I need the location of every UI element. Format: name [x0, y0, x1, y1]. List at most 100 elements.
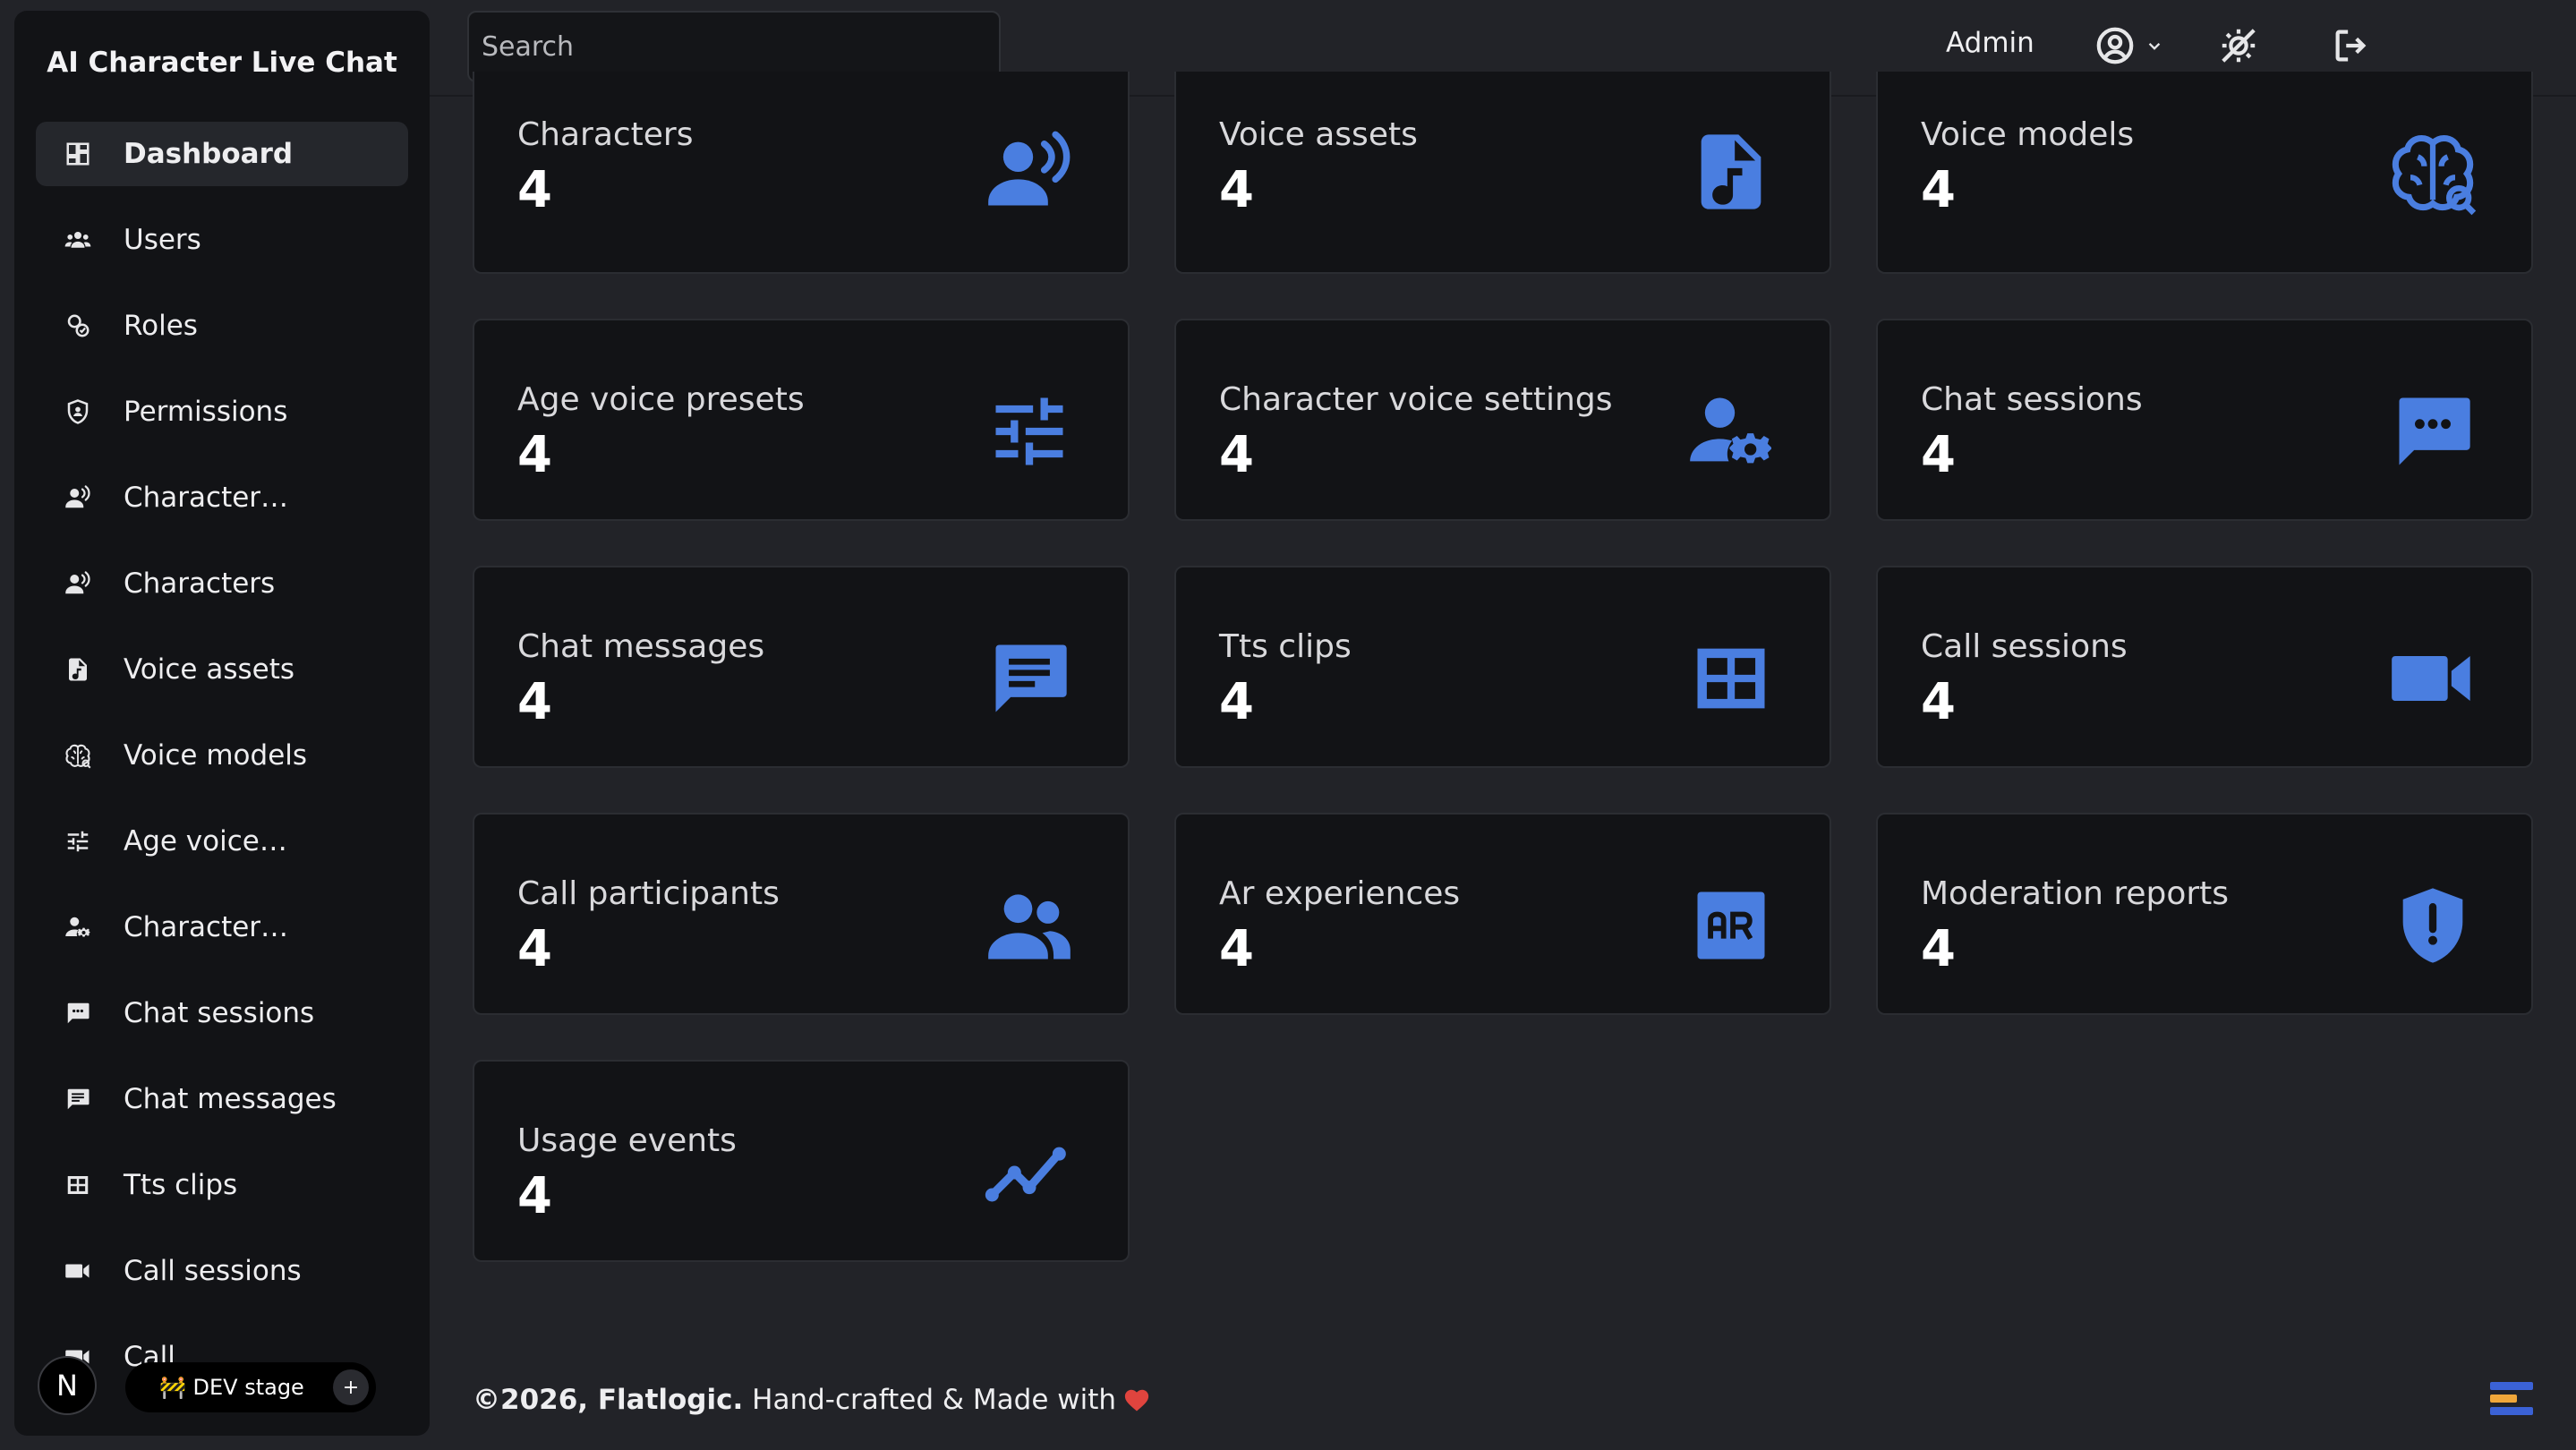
chat-dots-icon	[2388, 387, 2478, 476]
sidebar-item-label: Users	[124, 224, 201, 256]
message-lines-icon	[63, 1084, 93, 1114]
stat-card-characters[interactable]: Characters 4	[473, 72, 1130, 274]
stat-card-voice-assets[interactable]: Voice assets 4	[1174, 72, 1831, 274]
stat-card-chat-sessions[interactable]: Chat sessions 4	[1876, 319, 2533, 521]
stat-card-chat-messages[interactable]: Chat messages 4	[473, 566, 1130, 768]
sidebar-item-label: Chat messages	[124, 1083, 337, 1115]
sidebar-item-dashboard[interactable]: Dashboard	[36, 122, 408, 186]
card-value: 4	[1921, 426, 1956, 484]
sidebar-item-voice-models[interactable]: Voice models	[36, 723, 408, 788]
footer-text: Hand-crafted & Made with	[743, 1384, 1117, 1416]
sidebar-item-label: Dashboard	[124, 138, 294, 170]
footer-copyright[interactable]: ©2026, Flatlogic.	[473, 1384, 743, 1416]
sliders-icon	[63, 826, 93, 857]
card-title: Tts clips	[1219, 628, 1352, 665]
sidebar-item-label: Character…	[124, 482, 289, 514]
card-title: Chat sessions	[1921, 381, 2143, 418]
stat-card-age-voice-presets[interactable]: Age voice presets 4	[473, 319, 1130, 521]
card-value: 4	[1219, 920, 1254, 978]
stat-card-character-voice-settings[interactable]: Character voice settings 4	[1174, 319, 1831, 521]
card-title: Moderation reports	[1921, 875, 2230, 912]
stat-card-moderation-reports[interactable]: Moderation reports 4	[1876, 813, 2533, 1015]
card-title: Voice assets	[1219, 116, 1418, 153]
sidebar-item-chat-messages[interactable]: Chat messages	[36, 1067, 408, 1131]
user-gear-icon	[1686, 387, 1776, 476]
card-value: 4	[1921, 673, 1956, 731]
stat-card-call-participants[interactable]: Call participants 4	[473, 813, 1130, 1015]
sidebar-nav: Dashboard Users Roles Permissions Charac…	[36, 122, 408, 1411]
user-circle-icon[interactable]	[2093, 23, 2137, 68]
message-lines-icon	[985, 634, 1074, 723]
sidebar-item-label: Character…	[124, 911, 289, 943]
sidebar-item-roles[interactable]: Roles	[36, 294, 408, 358]
card-title: Voice models	[1921, 116, 2135, 153]
brain-icon	[63, 740, 93, 771]
flatlogic-logo-icon[interactable]	[2488, 1378, 2535, 1421]
sidebar-item-users[interactable]: Users	[36, 208, 408, 272]
sidebar-item-call-sessions[interactable]: Call sessions	[36, 1239, 408, 1303]
dev-stage-badge[interactable]: 🚧 DEV stage +	[125, 1362, 376, 1412]
card-title: Usage events	[517, 1122, 737, 1159]
user-gear-icon	[63, 912, 93, 942]
card-value: 4	[1219, 426, 1254, 484]
theme-toggle-icon[interactable]	[2216, 23, 2261, 68]
card-value: 4	[517, 920, 552, 978]
app-title: AI Character Live Chat	[47, 47, 397, 79]
card-title: Call sessions	[1921, 628, 2128, 665]
trend-icon	[985, 1128, 1074, 1217]
shield-icon	[63, 397, 93, 427]
table-icon	[63, 1170, 93, 1200]
video-icon	[63, 1256, 93, 1286]
sidebar-item-label: Permissions	[124, 396, 288, 428]
card-value: 4	[517, 673, 552, 731]
stat-card-call-sessions[interactable]: Call sessions 4	[1876, 566, 2533, 768]
nextjs-badge[interactable]: N	[38, 1356, 97, 1415]
sidebar-item-label: Tts clips	[124, 1169, 238, 1201]
stat-card-usage-events[interactable]: Usage events 4	[473, 1060, 1130, 1262]
card-value: 4	[1219, 673, 1254, 731]
music-file-icon	[63, 654, 93, 685]
card-title: Chat messages	[517, 628, 765, 665]
sidebar-item-label: Age voice…	[124, 825, 287, 857]
sidebar: AI Character Live Chat Dashboard Users R…	[14, 11, 430, 1436]
sidebar-item-voice-assets[interactable]: Voice assets	[36, 637, 408, 702]
sidebar-item-label: Roles	[124, 310, 198, 342]
user-name[interactable]: Admin	[1946, 27, 2034, 59]
card-title: Ar experiences	[1219, 875, 1461, 912]
stat-card-ar-experiences[interactable]: Ar experiences 4	[1174, 813, 1831, 1015]
sidebar-item-chat-sessions[interactable]: Chat sessions	[36, 981, 408, 1045]
stat-card-voice-models[interactable]: Voice models 4	[1876, 72, 2533, 274]
sidebar-item-tts-clips[interactable]: Tts clips	[36, 1153, 408, 1217]
users-icon	[63, 225, 93, 255]
card-value: 4	[1921, 920, 1956, 978]
dev-plus-button[interactable]: +	[333, 1369, 369, 1405]
voice-person-icon	[63, 482, 93, 513]
card-value: 4	[1219, 161, 1254, 219]
chevron-down-icon[interactable]	[2141, 23, 2168, 68]
stat-card-tts-clips[interactable]: Tts clips 4	[1174, 566, 1831, 768]
logout-icon[interactable]	[2329, 23, 2374, 68]
chat-dots-icon	[63, 998, 93, 1028]
card-title: Characters	[517, 116, 694, 153]
voice-person-icon	[63, 568, 93, 599]
sidebar-item-characters[interactable]: Characters	[36, 551, 408, 616]
sidebar-item-label: Voice assets	[124, 653, 295, 686]
sidebar-item-age-voice-presets[interactable]: Age voice…	[36, 809, 408, 874]
dashboard-icon	[63, 139, 93, 169]
people-icon	[985, 881, 1074, 970]
sidebar-item-character-voices[interactable]: Character…	[36, 465, 408, 530]
alert-shield-icon	[2388, 881, 2478, 970]
video-icon	[2388, 634, 2478, 723]
sidebar-item-permissions[interactable]: Permissions	[36, 380, 408, 444]
voice-person-icon	[985, 127, 1074, 217]
sidebar-item-character-voice-settings[interactable]: Character…	[36, 895, 408, 960]
sidebar-item-label: Voice models	[124, 739, 308, 772]
card-title: Age voice presets	[517, 381, 805, 418]
card-value: 4	[517, 426, 552, 484]
dev-stage-label: 🚧 DEV stage	[159, 1375, 304, 1400]
sidebar-item-label: Chat sessions	[124, 997, 315, 1029]
table-icon	[1686, 634, 1776, 723]
card-title: Call participants	[517, 875, 780, 912]
footer: ©2026, Flatlogic. Hand-crafted & Made wi…	[473, 1384, 1150, 1416]
sliders-icon	[985, 387, 1074, 476]
